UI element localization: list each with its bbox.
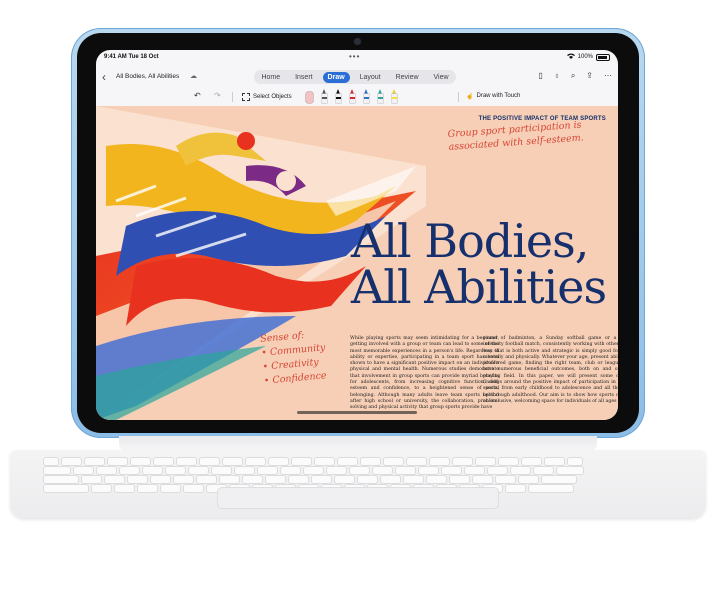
tab-review[interactable]: Review: [391, 72, 424, 83]
multitasking-dots[interactable]: •••: [349, 52, 360, 61]
wifi-icon: [566, 53, 575, 61]
draw-ribbon: ↶ ↷ Select Objects ☝ Draw with Touch: [96, 88, 618, 106]
body-column-2: round of badminton, a Sunday softball ga…: [483, 336, 618, 404]
tab-view[interactable]: View: [428, 72, 453, 83]
highlighter-yellow[interactable]: [392, 89, 397, 104]
key-row: [44, 476, 576, 483]
cloud-sync-icon[interactable]: ☁: [190, 72, 197, 80]
chevron-left-icon[interactable]: ‹: [102, 70, 106, 84]
tab-layout[interactable]: Layout: [355, 72, 386, 83]
handwritten-note-sense[interactable]: Sense of: • Community • Creativity • Con…: [260, 327, 329, 388]
ipad-screen: 9:41 AM Tue 18 Oct ••• 100% ‹ All Bodies…: [96, 50, 618, 420]
phone-icon[interactable]: ▯: [538, 71, 542, 81]
divider: [458, 92, 459, 102]
eraser-tool[interactable]: [306, 92, 313, 103]
tab-insert[interactable]: Insert: [290, 72, 318, 83]
headline-line-1: All Bodies,: [351, 214, 589, 268]
status-time: 9:41 AM Tue 18 Oct: [104, 54, 159, 60]
home-indicator[interactable]: [297, 411, 417, 414]
select-objects-label: Select Objects: [253, 94, 292, 100]
more-icon[interactable]: ⋯: [604, 71, 612, 81]
document-page[interactable]: THE POSITIVE IMPACT OF TEAM SPORTS Group…: [96, 106, 618, 420]
camera-icon: [354, 38, 361, 45]
document-title[interactable]: All Bodies, All Abilities: [116, 73, 179, 80]
battery-percent: 100%: [577, 54, 593, 60]
share-icon[interactable]: ⇪: [586, 71, 593, 81]
pen-red[interactable]: [350, 89, 355, 104]
undo-icon[interactable]: ↶: [194, 91, 201, 100]
lightbulb-icon[interactable]: ♁: [554, 71, 560, 81]
tab-draw[interactable]: Draw: [322, 71, 350, 83]
trackpad[interactable]: [218, 488, 498, 508]
select-objects-button[interactable]: Select Objects: [242, 93, 292, 101]
document-headline: All Bodies, All Abilities: [351, 214, 607, 314]
draw-with-touch-label: Draw with Touch: [476, 93, 521, 99]
battery-icon: [596, 53, 610, 61]
lasso-icon: [242, 93, 250, 101]
handwritten-note-top[interactable]: Group sport participation is associated …: [447, 116, 618, 154]
title-bar: ‹ All Bodies, All Abilities ☁ Home Inser…: [96, 66, 618, 88]
title-actions: ▯ ♁ ⌕ ⇪ ⋯: [538, 71, 612, 81]
key-row: [44, 458, 582, 465]
status-bar: 9:41 AM Tue 18 Oct ••• 100%: [96, 50, 618, 64]
status-right: 100%: [566, 53, 610, 61]
pen-blue[interactable]: [364, 89, 369, 104]
pencil-gray[interactable]: [322, 89, 327, 104]
pen-tray: [306, 89, 397, 104]
search-icon[interactable]: ⌕: [571, 71, 575, 81]
divider: [232, 92, 233, 102]
body-column-1: While playing sports may seem intimidati…: [350, 336, 499, 411]
tab-home[interactable]: Home: [256, 72, 285, 83]
headline-line-2: All Abilities: [351, 260, 607, 314]
ribbon-tabs: Home Insert Draw Layout Review View: [254, 70, 456, 84]
finger-touch-icon: ☝: [466, 94, 474, 100]
redo-icon[interactable]: ↷: [214, 91, 221, 100]
pen-black[interactable]: [336, 89, 341, 104]
pen-teal[interactable]: [378, 89, 383, 104]
draw-with-touch-button[interactable]: ☝ Draw with Touch: [466, 93, 520, 100]
key-row: [44, 467, 583, 474]
